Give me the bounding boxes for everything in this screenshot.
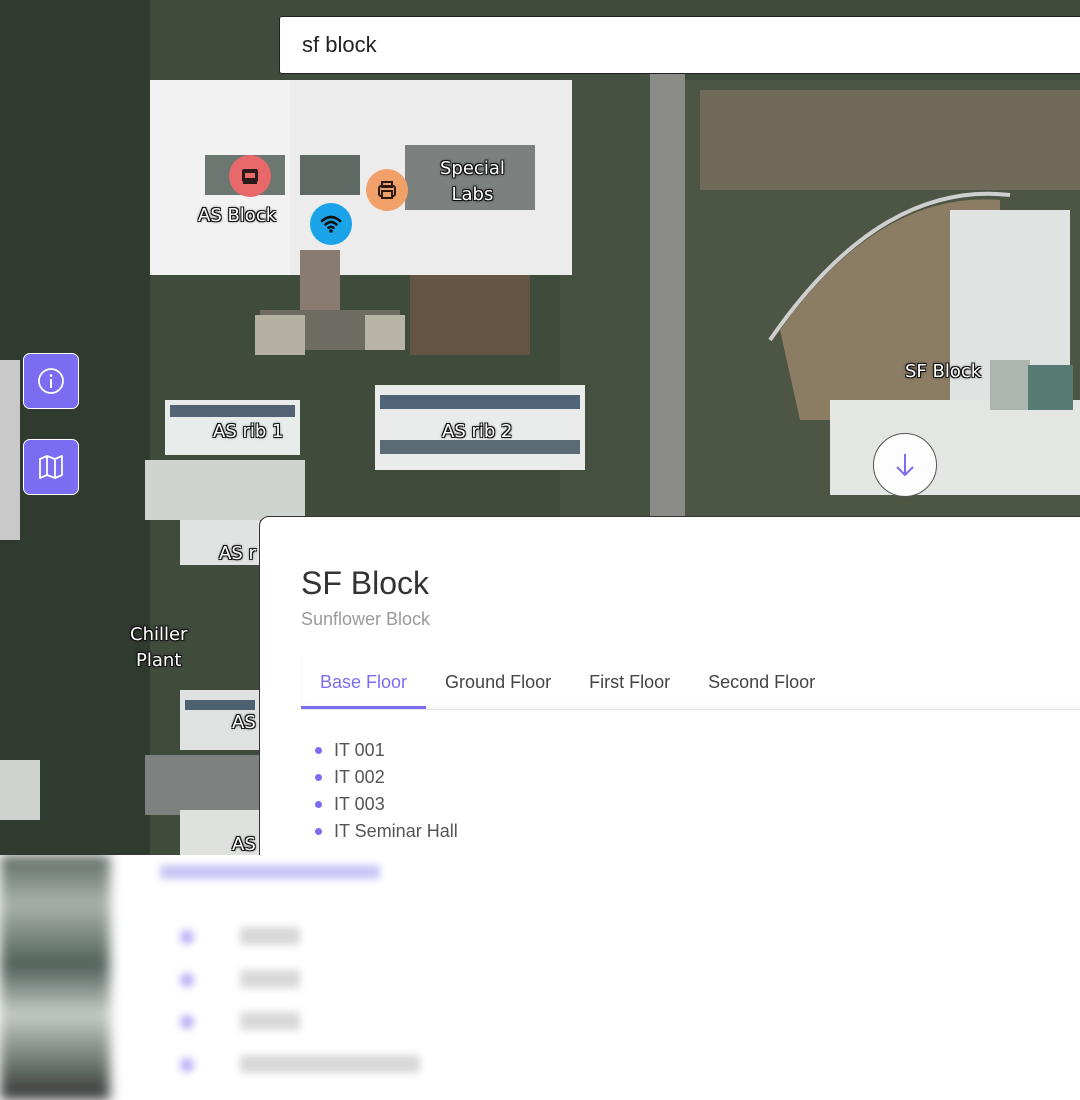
map-label-special-labs[interactable]: Special Labs — [440, 156, 505, 208]
panel-title: SF Block — [301, 565, 430, 601]
room-name: IT 003 — [334, 794, 385, 814]
map-label-as-partial[interactable]: AS — [232, 832, 256, 855]
blurred-bullet — [180, 1058, 194, 1072]
blurred-bullet — [180, 930, 194, 944]
map-view-button[interactable] — [23, 439, 79, 495]
blurred-text — [240, 1055, 420, 1073]
wifi-poi-icon[interactable] — [310, 203, 352, 245]
blurred-background — [0, 855, 1080, 1100]
blurred-tab-underline — [160, 865, 380, 879]
bullet-icon — [315, 828, 322, 835]
wifi-icon — [320, 215, 342, 233]
print-poi-icon[interactable] — [366, 169, 408, 211]
map-label-as-rib-1[interactable]: AS rib 1 — [213, 419, 283, 445]
map-label-as-block[interactable]: AS Block — [198, 203, 276, 229]
list-item[interactable]: IT 002 — [315, 764, 458, 791]
room-name: IT Seminar Hall — [334, 821, 458, 841]
list-item[interactable]: IT 001 — [315, 737, 458, 764]
list-item[interactable]: IT Seminar Hall — [315, 818, 458, 845]
bullet-icon — [315, 747, 322, 754]
room-name: IT 001 — [334, 740, 385, 760]
list-item[interactable]: IT 003 — [315, 791, 458, 818]
map-label-sf-block[interactable]: SF Block — [905, 359, 981, 385]
tab-base-floor[interactable]: Base Floor — [301, 655, 427, 709]
arrow-down-icon — [896, 454, 914, 476]
food-poi-icon[interactable] — [229, 155, 271, 197]
building-info-panel: SF Block Sunflower Block Base Floor Grou… — [259, 516, 1080, 876]
info-icon — [38, 368, 64, 394]
map-label-chiller-plant[interactable]: Chiller Plant — [130, 622, 187, 674]
printer-icon — [378, 181, 396, 199]
search-input[interactable]: sf block — [279, 16, 1080, 74]
blurred-text — [240, 970, 300, 988]
floor-tabs: Base Floor Ground Floor First Floor Seco… — [301, 655, 1080, 710]
blurred-bullet — [180, 973, 194, 987]
map-icon — [39, 455, 63, 479]
map-label-as-rib-2[interactable]: AS rib 2 — [442, 419, 512, 445]
search-input-value: sf block — [302, 32, 377, 57]
map-label-as-partial[interactable]: AS r — [219, 541, 256, 567]
blurred-map-strip — [0, 855, 110, 1100]
tab-ground-floor[interactable]: Ground Floor — [426, 655, 570, 709]
info-button[interactable] — [23, 353, 79, 409]
blurred-text — [240, 1012, 300, 1030]
tab-second-floor[interactable]: Second Floor — [689, 655, 834, 709]
room-name: IT 002 — [334, 767, 385, 787]
blurred-text — [240, 927, 300, 945]
room-list: IT 001 IT 002 IT 003 IT Seminar Hall — [315, 737, 458, 845]
food-icon — [242, 169, 258, 184]
blurred-bullet — [180, 1015, 194, 1029]
bullet-icon — [315, 801, 322, 808]
scroll-down-button[interactable] — [873, 433, 937, 497]
bullet-icon — [315, 774, 322, 781]
map-label-as-partial[interactable]: AS — [232, 710, 256, 736]
panel-subtitle: Sunflower Block — [301, 609, 431, 629]
tab-first-floor[interactable]: First Floor — [570, 655, 689, 709]
